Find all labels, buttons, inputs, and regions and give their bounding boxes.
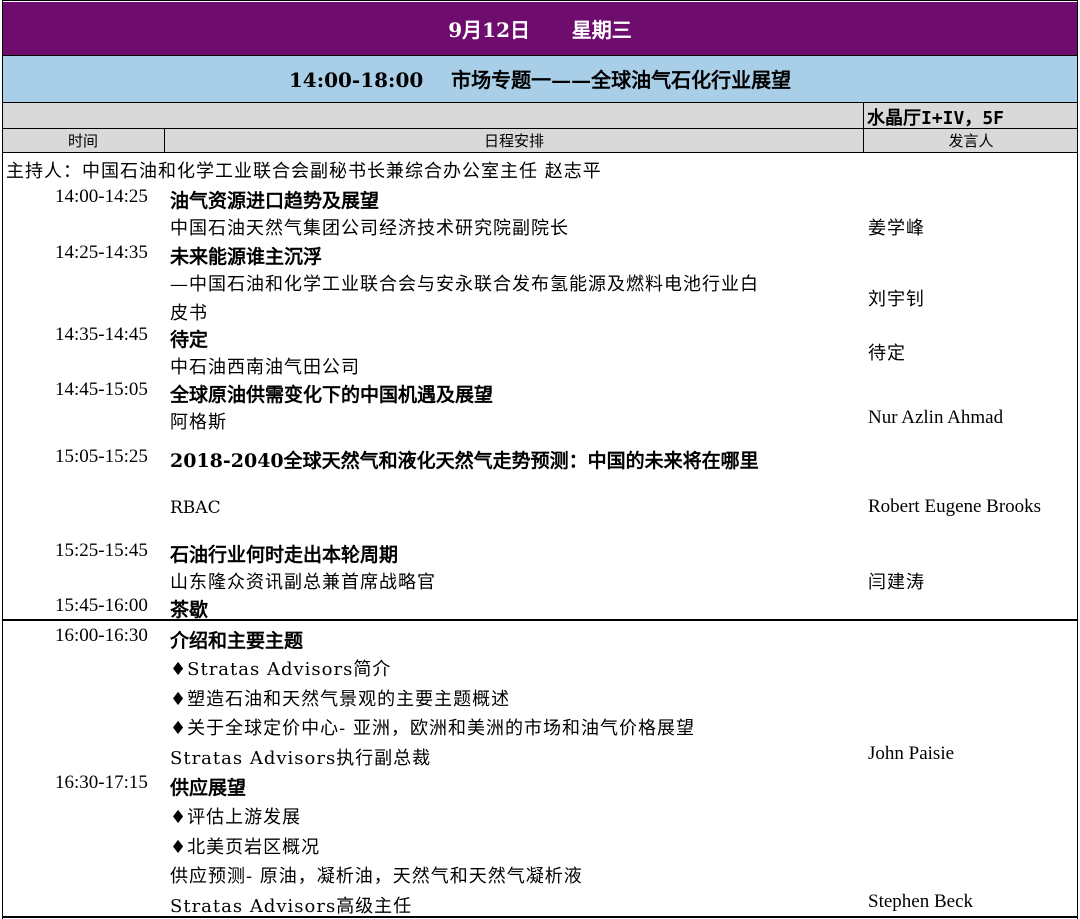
column-schedule: 日程安排 bbox=[483, 132, 544, 150]
column-speaker: 发言人 bbox=[948, 132, 994, 150]
item-detail: RBAC bbox=[170, 498, 221, 518]
table-border-left bbox=[2, 0, 3, 919]
rule-column-header bbox=[2, 152, 1078, 153]
item-speaker: Stephen Beck bbox=[868, 891, 974, 912]
item-detail: 供应预测- 原油，凝析油，天然气和天然气凝析液 bbox=[170, 866, 583, 887]
item-speaker: 姜学峰 bbox=[868, 218, 925, 239]
item-time: 14:45-15:05 bbox=[55, 379, 148, 400]
item-title: 石油行业何时走出本轮周期 bbox=[170, 544, 399, 566]
item-detail: ♦塑造石油和天然气景观的主要主题概述 bbox=[170, 689, 511, 710]
item-speaker: 闫建涛 bbox=[868, 572, 925, 593]
item-title: 待定 bbox=[170, 329, 209, 351]
table-border-right bbox=[1077, 0, 1078, 919]
item-speaker: John Paisie bbox=[868, 743, 955, 764]
item-speaker: 刘宇钊 bbox=[868, 289, 925, 310]
host-line: 主持人：中国石油和化学工业联合会副秘书长兼综合办公室主任 赵志平 bbox=[6, 161, 602, 182]
date-text: 9月12日 星期三 bbox=[448, 18, 632, 42]
session-header: 14:00-18:00 市场专题一——全球油气石化行业展望 bbox=[2, 55, 1078, 102]
rule-date bbox=[2, 55, 1078, 56]
item-time: 14:00-14:25 bbox=[55, 186, 148, 207]
item-speaker: 待定 bbox=[868, 343, 906, 364]
rule-col2 bbox=[863, 128, 864, 152]
item-detail: Stratas Advisors高级主任 bbox=[170, 896, 413, 917]
item-detail: ♦北美页岩区概况 bbox=[170, 837, 321, 858]
rule-break bbox=[2, 619, 1078, 621]
rule-session bbox=[2, 102, 1078, 103]
item-time: 16:30-17:15 bbox=[55, 772, 148, 793]
item-time: 15:45-16:00 bbox=[55, 595, 148, 616]
item-time: 14:25-14:35 bbox=[55, 242, 148, 263]
rule-location-divider bbox=[863, 102, 864, 128]
item-title: 供应展望 bbox=[170, 777, 247, 799]
item-detail: 皮书 bbox=[170, 303, 208, 324]
item-detail: ♦评估上游发展 bbox=[170, 807, 302, 828]
session-title: 14:00-18:00 市场专题一——全球油气石化行业展望 bbox=[288, 68, 792, 92]
table-border-bottom bbox=[2, 916, 1078, 918]
item-time: 14:35-14:45 bbox=[55, 324, 148, 345]
item-detail: ♦关于全球定价中心- 亚洲，欧洲和美洲的市场和油气价格展望 bbox=[170, 718, 695, 739]
rule-col1 bbox=[164, 128, 165, 152]
date-header: 9月12日 星期三 bbox=[2, 2, 1078, 55]
item-title: 未来能源谁主沉浮 bbox=[170, 246, 323, 268]
item-detail: ♦Stratas Advisors简介 bbox=[170, 659, 392, 680]
item-title: 茶歇 bbox=[170, 599, 209, 621]
location-label: 水晶厅I+IV，5F bbox=[867, 108, 1005, 129]
item-detail: 阿格斯 bbox=[170, 412, 227, 433]
item-title: 油气资源进口趋势及展望 bbox=[170, 190, 380, 212]
column-time: 时间 bbox=[67, 132, 98, 150]
item-detail: 中石油西南油气田公司 bbox=[170, 357, 360, 378]
item-time: 15:25-15:45 bbox=[55, 540, 148, 561]
item-speaker: Nur Azlin Ahmad bbox=[868, 407, 1004, 428]
item-time: 15:05-15:25 bbox=[55, 446, 148, 467]
item-speaker: Robert Eugene Brooks bbox=[868, 496, 1042, 517]
item-title: 全球原油供需变化下的中国机遇及展望 bbox=[170, 384, 494, 406]
item-title: 介绍和主要主题 bbox=[170, 630, 304, 652]
item-time: 16:00-16:30 bbox=[55, 625, 148, 646]
item-detail: Stratas Advisors执行副总裁 bbox=[170, 748, 432, 769]
item-title: 2018-2040全球天然气和液化天然气走势预测：中国的未来将在哪里 bbox=[170, 450, 759, 472]
item-detail: —中国石油和化学工业联合会与安永联合发布氢能源及燃料电池行业白 bbox=[170, 274, 759, 295]
item-detail: 中国石油天然气集团公司经济技术研究院副院长 bbox=[170, 218, 569, 239]
item-detail: 山东隆众资讯副总兼首席战略官 bbox=[170, 572, 436, 593]
table-border-top bbox=[2, 0, 1078, 1]
